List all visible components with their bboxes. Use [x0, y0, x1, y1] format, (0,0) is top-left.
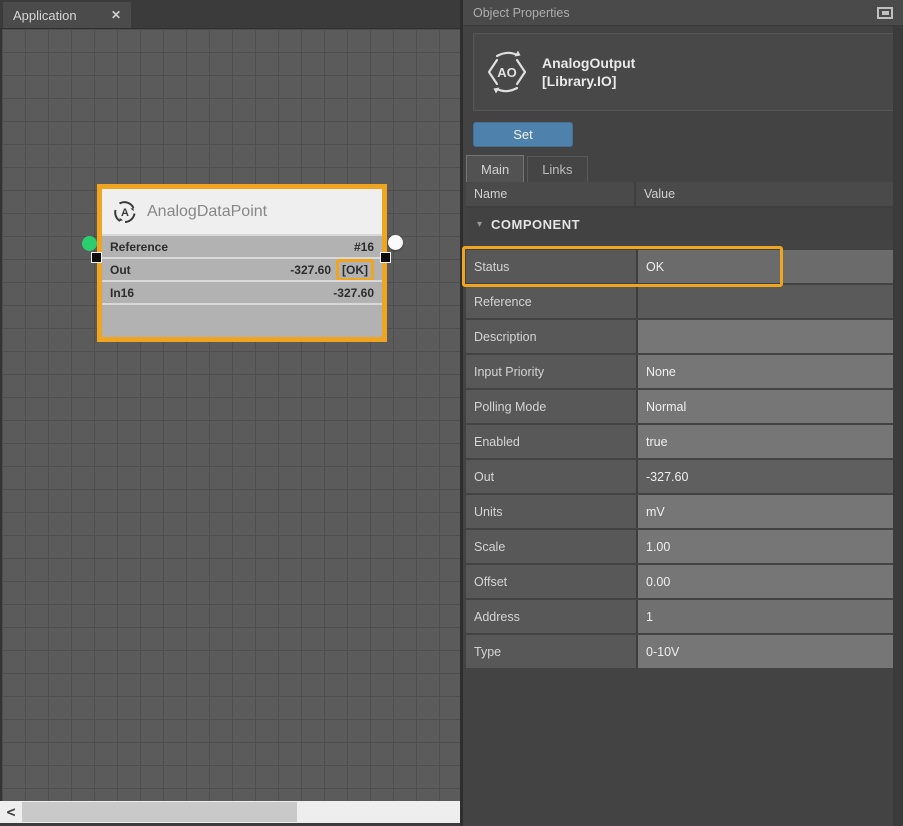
property-value[interactable]: None	[638, 355, 896, 388]
property-name: Input Priority	[466, 355, 636, 388]
close-icon[interactable]: ✕	[111, 8, 121, 22]
panel-title: Object Properties	[473, 6, 877, 20]
property-row-out[interactable]: Out -327.60	[466, 460, 896, 493]
object-library: [Library.IO]	[542, 72, 635, 90]
panel-right-strip	[893, 26, 903, 826]
object-name: AnalogOutput	[542, 54, 635, 72]
property-row-scale[interactable]: Scale 1.00	[466, 530, 896, 563]
editor-area: Application ✕ A AnalogDataPoint	[0, 0, 460, 826]
svg-text:A: A	[121, 207, 129, 219]
analog-data-point-block[interactable]: A AnalogDataPoint Reference #16 Out -327…	[97, 184, 387, 342]
property-row-address[interactable]: Address 1	[466, 600, 896, 633]
wiring-canvas[interactable]: A AnalogDataPoint Reference #16 Out -327…	[0, 28, 460, 801]
block-row-reference[interactable]: Reference #16	[102, 234, 382, 257]
column-header-value: Value	[636, 182, 896, 206]
object-summary-card: AO AnalogOutput [Library.IO]	[473, 33, 896, 111]
property-name: Reference	[466, 285, 636, 318]
property-name: Type	[466, 635, 636, 668]
property-name: Out	[466, 460, 636, 493]
block-row-in16[interactable]: In16 -327.60	[102, 280, 382, 303]
property-row-status[interactable]: Status OK	[466, 250, 896, 283]
property-rows: Status OK Reference Description Input Pr…	[466, 250, 896, 668]
property-name: Description	[466, 320, 636, 353]
editor-tabbar: Application ✕	[0, 0, 460, 28]
svg-text:AO: AO	[497, 65, 517, 80]
horizontal-scrollbar[interactable]: <	[0, 801, 460, 823]
set-button[interactable]: Set	[473, 122, 573, 147]
input-port[interactable]	[82, 236, 97, 251]
property-name: Scale	[466, 530, 636, 563]
block-row-value: -327.60	[290, 263, 331, 277]
block-row-value: #16	[354, 240, 374, 254]
tab-links[interactable]: Links	[527, 156, 587, 182]
tab-main[interactable]: Main	[466, 155, 524, 182]
property-grid: Name Value ▾ COMPONENT Status OK Referen…	[466, 182, 896, 670]
property-row-input-priority[interactable]: Input Priority None	[466, 355, 896, 388]
property-name: Status	[466, 250, 636, 283]
status-ok-badge: [OK]	[336, 259, 374, 281]
column-header-name: Name	[466, 182, 636, 206]
property-row-type[interactable]: Type 0-10V	[466, 635, 896, 668]
resize-handle-left[interactable]	[91, 252, 102, 263]
object-properties-panel: Object Properties AO AnalogOutput [Libra…	[460, 0, 903, 826]
block-filler-row	[102, 303, 382, 337]
section-label: COMPONENT	[491, 217, 580, 232]
resize-handle-right[interactable]	[380, 252, 391, 263]
tab-application-label: Application	[13, 8, 105, 23]
property-value[interactable]: OK	[638, 250, 896, 283]
tab-application[interactable]: Application ✕	[3, 2, 131, 28]
block-row-name: In16	[110, 286, 333, 300]
analog-output-icon: AO	[484, 49, 530, 95]
block-row-out[interactable]: Out -327.60 [OK]	[102, 257, 382, 280]
property-row-enabled[interactable]: Enabled true	[466, 425, 896, 458]
block-row-name: Out	[110, 263, 290, 277]
property-name: Polling Mode	[466, 390, 636, 423]
output-port[interactable]	[388, 235, 403, 250]
property-value[interactable]: -327.60	[638, 460, 896, 493]
property-name: Offset	[466, 565, 636, 598]
panel-tabs: Main Links	[466, 155, 591, 182]
block-header[interactable]: A AnalogDataPoint	[102, 189, 382, 234]
property-name: Units	[466, 495, 636, 528]
minimize-icon-bar	[882, 11, 889, 15]
property-row-polling-mode[interactable]: Polling Mode Normal	[466, 390, 896, 423]
property-value[interactable]: Normal	[638, 390, 896, 423]
analog-point-icon: A	[112, 199, 138, 225]
property-row-reference[interactable]: Reference	[466, 285, 896, 318]
minimize-icon[interactable]	[877, 7, 893, 19]
object-texts: AnalogOutput [Library.IO]	[542, 54, 635, 90]
property-value[interactable]: true	[638, 425, 896, 458]
block-row-name: Reference	[110, 240, 354, 254]
property-value[interactable]: 1.00	[638, 530, 896, 563]
property-value[interactable]: mV	[638, 495, 896, 528]
scrollbar-thumb[interactable]	[22, 802, 297, 822]
block-row-value: -327.60	[333, 286, 374, 300]
property-value[interactable]	[638, 285, 896, 318]
scroll-left-icon[interactable]: <	[0, 803, 22, 821]
section-component[interactable]: ▾ COMPONENT	[466, 208, 896, 240]
property-value[interactable]: 0-10V	[638, 635, 896, 668]
block-title: AnalogDataPoint	[147, 203, 267, 221]
property-row-description[interactable]: Description	[466, 320, 896, 353]
property-row-units[interactable]: Units mV	[466, 495, 896, 528]
property-row-offset[interactable]: Offset 0.00	[466, 565, 896, 598]
property-name: Address	[466, 600, 636, 633]
property-value[interactable]: 1	[638, 600, 896, 633]
collapse-icon[interactable]: ▾	[477, 219, 482, 230]
property-grid-header: Name Value	[466, 182, 896, 208]
panel-titlebar: Object Properties	[463, 0, 903, 26]
property-value[interactable]: 0.00	[638, 565, 896, 598]
property-name: Enabled	[466, 425, 636, 458]
property-value[interactable]	[638, 320, 896, 353]
